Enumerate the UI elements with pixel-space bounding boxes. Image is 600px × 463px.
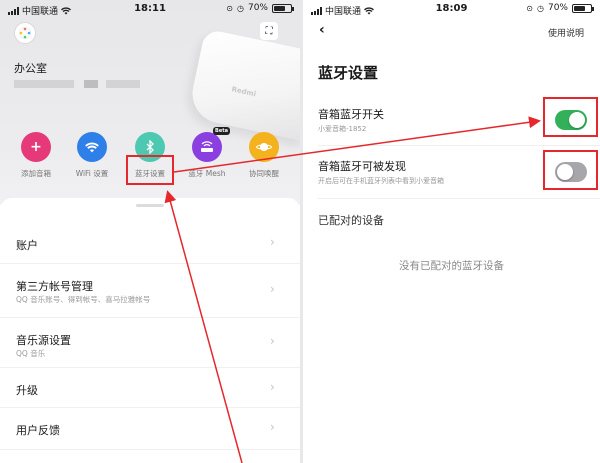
- menu-title: 账户: [16, 239, 38, 252]
- menu-item-upgrade[interactable]: 升级 ›: [0, 368, 300, 408]
- battery-icon: [272, 3, 294, 13]
- status-right: ⊙ ◷ 70%: [226, 3, 294, 13]
- orientation-lock-icon: ⊙: [226, 3, 233, 13]
- plus-icon: +: [21, 132, 51, 162]
- settings-sheet: 账户 › 第三方帐号管理 QQ 音乐账号、得到帐号、喜马拉雅帐号 › 音乐源设置…: [0, 198, 300, 463]
- device-brand: Redmi: [230, 85, 257, 99]
- menu-title: 第三方帐号管理: [16, 280, 93, 293]
- status-right: ⊙ ◷ 70%: [526, 3, 594, 13]
- sheet-handle[interactable]: [136, 204, 164, 207]
- blurred-info: [106, 80, 140, 88]
- empty-state-text: 没有已配对的蓝牙设备: [399, 260, 504, 272]
- scan-icon: ⛶: [265, 25, 273, 37]
- menu-title: 音乐源设置: [16, 334, 71, 347]
- shortcut-bluetooth-mesh[interactable]: Beta 蓝牙 Mesh: [179, 127, 235, 179]
- chevron-right-icon: ›: [270, 420, 275, 434]
- menu-item-account[interactable]: 账户 ›: [0, 224, 300, 264]
- page-title: 蓝牙设置: [318, 64, 379, 82]
- bluetooth-switch-subtitle: 小爱音箱-1852: [318, 125, 367, 133]
- blurred-info: [14, 80, 74, 88]
- shortcut-add-speaker[interactable]: + 添加音箱: [8, 132, 64, 179]
- highlight-bluetooth-toggle: [543, 97, 598, 137]
- menu-title: 用户反馈: [16, 424, 60, 437]
- status-bar: 中国联通 18:09 ⊙ ◷ 70%: [303, 0, 600, 18]
- chevron-right-icon: ›: [270, 235, 275, 249]
- highlight-bluetooth-shortcut: [126, 155, 174, 185]
- divider-line: [318, 198, 600, 199]
- shortcut-label: 添加音箱: [21, 169, 51, 178]
- planet-icon: [249, 132, 279, 162]
- avatar[interactable]: [14, 22, 36, 44]
- highlight-discoverable-toggle: [543, 150, 598, 190]
- menu-item-third-party-accounts[interactable]: 第三方帐号管理 QQ 音乐账号、得到帐号、喜马拉雅帐号 ›: [0, 264, 300, 318]
- discoverable-title: 音箱蓝牙可被发现: [318, 160, 406, 173]
- chevron-right-icon: ›: [270, 282, 275, 296]
- scan-button[interactable]: ⛶: [260, 22, 278, 40]
- room-name: 办公室: [14, 62, 47, 75]
- chevron-right-icon: ›: [270, 380, 275, 394]
- shortcut-label: 蓝牙 Mesh: [188, 169, 226, 178]
- menu-subtitle: QQ 音乐账号、得到帐号、喜马拉雅帐号: [16, 295, 151, 304]
- battery-percent: 70%: [247, 3, 268, 13]
- divider-line: [318, 145, 600, 146]
- shortcut-label: 协同唤醒: [249, 169, 279, 178]
- alarm-icon: ◷: [237, 3, 244, 13]
- blurred-info: [84, 80, 98, 88]
- help-link[interactable]: 使用说明: [548, 26, 584, 39]
- wifi-icon: [77, 132, 107, 162]
- alarm-icon: ◷: [537, 3, 544, 13]
- chevron-left-icon: ‹: [319, 22, 325, 38]
- battery-icon: [572, 3, 594, 13]
- left-screen: 中国联通 18:11 ⊙ ◷ 70% ⛶ 办公室 Redmi + 添加音箱 Wi…: [0, 0, 300, 463]
- shortcut-label: WiFi 设置: [75, 169, 109, 178]
- router-icon: Beta: [192, 127, 230, 162]
- menu-title: 升级: [16, 384, 38, 397]
- beta-badge: Beta: [213, 127, 230, 135]
- back-button[interactable]: ‹: [319, 22, 325, 38]
- menu-item-feedback[interactable]: 用户反馈 ›: [0, 408, 300, 450]
- right-screen: 中国联通 18:09 ⊙ ◷ 70% ‹ 使用说明 蓝牙设置 音箱蓝牙开关 小爱…: [303, 0, 600, 463]
- battery-percent: 70%: [547, 3, 568, 13]
- avatar-icon: [19, 27, 31, 39]
- shortcut-wake-sync[interactable]: 协同唤醒: [236, 132, 292, 179]
- speaker-image: Redmi: [186, 28, 300, 142]
- bluetooth-switch-title: 音箱蓝牙开关: [318, 108, 384, 121]
- menu-item-music-source[interactable]: 音乐源设置 QQ 音乐 ›: [0, 318, 300, 368]
- paired-devices-header: 已配对的设备: [318, 214, 384, 227]
- chevron-right-icon: ›: [270, 334, 275, 348]
- status-bar: 中国联通 18:11 ⊙ ◷ 70%: [0, 0, 300, 18]
- menu-subtitle: QQ 音乐: [16, 349, 46, 358]
- orientation-lock-icon: ⊙: [526, 3, 533, 13]
- shortcut-wifi-settings[interactable]: WiFi 设置: [64, 132, 120, 179]
- discoverable-subtitle: 开启后可在手机蓝牙列表中看到小爱音箱: [318, 177, 444, 185]
